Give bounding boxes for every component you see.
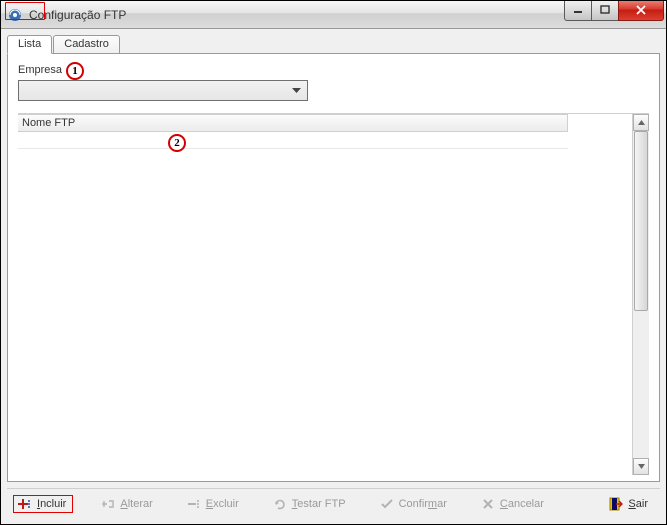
close-button[interactable] (618, 1, 664, 21)
exit-icon (609, 497, 623, 511)
tab-lista[interactable]: Lista (7, 35, 52, 54)
testar-ftp-button: Testar FTP (267, 495, 352, 513)
annotation-1: 1 (66, 62, 84, 80)
confirmar-button: Confirmar (374, 495, 453, 513)
button-label: Confirmar (399, 498, 447, 510)
empresa-combobox[interactable] (18, 80, 308, 101)
scroll-up-icon[interactable] (633, 114, 649, 131)
scroll-thumb[interactable] (634, 131, 648, 311)
empresa-field: Empresa 1 (18, 62, 649, 101)
button-label: Sair (628, 498, 648, 510)
plus-icon (18, 498, 32, 510)
tab-label: Lista (18, 38, 41, 50)
chevron-down-icon (288, 82, 305, 99)
button-label: Testar FTP (292, 498, 346, 510)
button-label: Cancelar (500, 498, 544, 510)
app-icon (7, 7, 23, 23)
refresh-icon (273, 498, 287, 510)
incluir-button[interactable]: Incluir (13, 495, 73, 513)
table-row[interactable] (18, 132, 568, 149)
edit-icon (101, 498, 115, 510)
alterar-button: Alterar (95, 495, 158, 513)
window-title: Configuração FTP (29, 8, 565, 22)
grid-body[interactable]: Nome FTP 2 (18, 114, 632, 475)
empresa-label: Empresa (18, 64, 62, 76)
cancelar-button: Cancelar (475, 495, 550, 513)
scroll-track[interactable] (633, 131, 649, 458)
vertical-scrollbar[interactable] (632, 114, 649, 475)
maximize-button[interactable] (591, 1, 619, 21)
tab-label: Cadastro (64, 38, 109, 50)
button-label: Alterar (120, 498, 152, 510)
lista-panel: Empresa 1 Nome FTP 2 (7, 53, 660, 482)
column-header-nome-ftp[interactable]: Nome FTP (18, 114, 568, 132)
delete-icon (187, 498, 201, 510)
check-icon (380, 498, 394, 510)
tabs: Lista Cadastro (7, 33, 660, 53)
excluir-button: Excluir (181, 495, 245, 513)
sair-button[interactable]: Sair (603, 494, 654, 514)
ftp-config-window: Configuração FTP Lista Cadastro (1, 1, 666, 524)
minimize-button[interactable] (564, 1, 592, 21)
scroll-down-icon[interactable] (633, 458, 649, 475)
ftp-grid: Nome FTP 2 (18, 113, 649, 475)
tab-cadastro[interactable]: Cadastro (53, 35, 120, 54)
cancel-icon (481, 498, 495, 510)
button-label: Incluir (37, 498, 66, 510)
client-area: Lista Cadastro Empresa 1 (1, 29, 666, 524)
button-label: Excluir (206, 498, 239, 510)
column-label: Nome FTP (22, 117, 75, 129)
window-controls (565, 1, 666, 21)
titlebar[interactable]: Configuração FTP (1, 1, 666, 29)
bottom-toolbar: Incluir Alterar (7, 488, 660, 518)
